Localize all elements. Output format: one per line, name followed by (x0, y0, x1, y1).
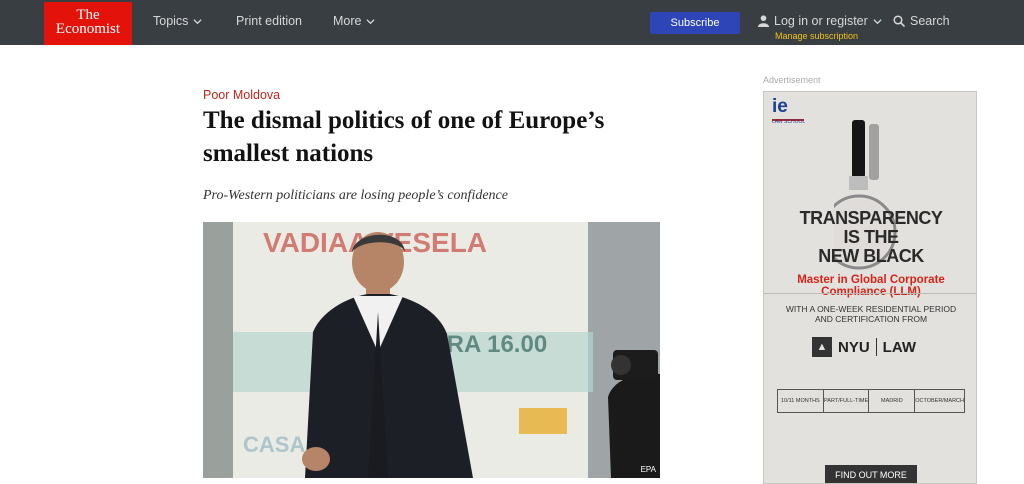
advertisement-banner[interactable]: ie LAW SCHOOL TRANSPARENCY IS THE NEW BL… (763, 91, 977, 484)
nav-more-label: More (333, 14, 362, 28)
ad-headline: TRANSPARENCY IS THE NEW BLACK (764, 208, 976, 266)
svg-text:CASA: CASA (243, 432, 305, 457)
program-details-table: 10/11 MONTHS PART/FULL-TIME MADRID OCTOB… (777, 389, 965, 413)
search-button[interactable]: Search (893, 14, 950, 28)
partner-name-b: LAW (882, 338, 916, 356)
nav-more[interactable]: More (333, 14, 376, 28)
logo-line-1: The (76, 7, 100, 23)
logo-separator (875, 338, 877, 356)
program-detail: PART/FULL-TIME (824, 390, 870, 412)
nav-topics[interactable]: Topics (153, 14, 203, 28)
image-credit: EPA (640, 465, 656, 474)
program-detail: 10/11 MONTHS (778, 390, 824, 412)
ad-text-line: AND CERTIFICATION FROM (814, 314, 928, 324)
ad-divider (764, 293, 976, 294)
user-icon (758, 15, 769, 27)
chevron-down-icon (366, 18, 376, 24)
article-standfirst: Pro-Western politicians are losing peopl… (203, 188, 508, 203)
chevron-down-icon (193, 18, 203, 24)
ad-headline-line: NEW BLACK (818, 246, 924, 266)
ie-law-school-logo: ie LAW SCHOOL (772, 96, 805, 125)
economist-logo[interactable]: The Economist (44, 2, 132, 45)
nav-print-edition[interactable]: Print edition (236, 14, 302, 28)
partner-name-a: NYU (838, 338, 870, 356)
article-photo: VADIAA VESELA ORA 16.00 CASA EPA (203, 222, 660, 478)
nav-print-edition-label: Print edition (236, 14, 303, 28)
ad-headline-line: IS THE (843, 227, 899, 247)
search-label: Search (910, 14, 950, 28)
article-headline: The dismal politics of one of Europe’s s… (203, 107, 605, 167)
subscribe-button[interactable]: Subscribe (650, 12, 740, 34)
ad-brand: ie (772, 96, 788, 117)
logo-line-2: Economist (55, 21, 121, 37)
login-label: Log in or register (774, 14, 868, 28)
chevron-down-icon (873, 18, 882, 24)
find-out-more-button[interactable]: FIND OUT MORE (825, 465, 917, 483)
top-navigation-bar: The Economist Topics Print edition More … (0, 0, 1024, 45)
article-kicker[interactable]: Poor Moldova (203, 88, 280, 102)
login-register-link[interactable]: Log in or register (758, 14, 882, 28)
advertisement-label: Advertisement (763, 75, 821, 85)
ad-text-line: WITH A ONE-WEEK RESIDENTIAL PERIOD (785, 304, 957, 314)
program-detail: MADRID (869, 390, 916, 412)
nav-topics-label: Topics (153, 14, 189, 28)
ad-headline-line: TRANSPARENCY (799, 208, 943, 228)
ad-description: WITH A ONE-WEEK RESIDENTIAL PERIOD AND C… (764, 304, 976, 324)
search-icon (893, 15, 905, 27)
torch-icon: ▲ (812, 337, 832, 357)
photo-illustration: VADIAA VESELA ORA 16.00 CASA (203, 222, 660, 478)
ad-subhead: Master in Global Corporate Compliance (L… (797, 274, 945, 298)
manage-subscription-link[interactable]: Manage subscription (775, 31, 858, 41)
program-detail: OCTOBER/MARCH (915, 398, 964, 404)
ad-brand-sub: LAW SCHOOL (772, 119, 806, 125)
nyu-law-logo: ▲ NYU LAW (812, 337, 916, 357)
